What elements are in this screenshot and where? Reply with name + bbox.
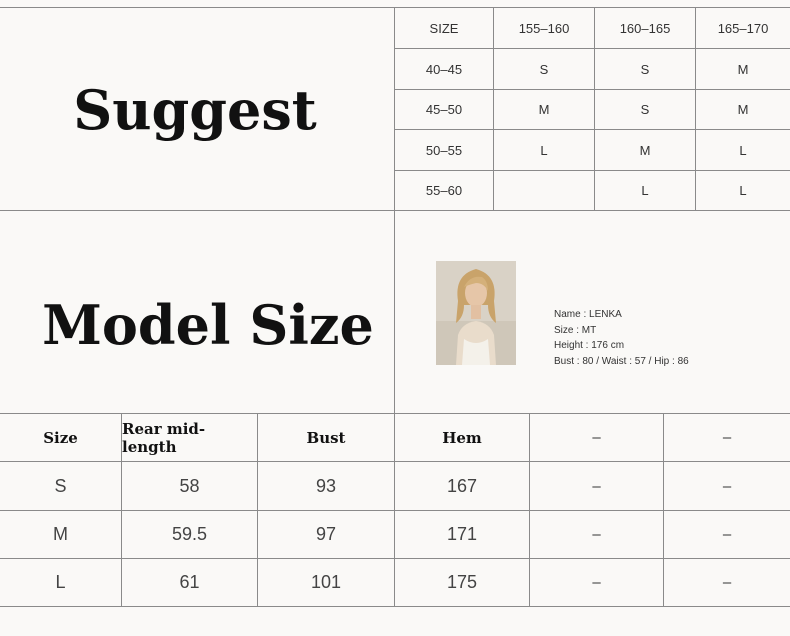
model-height: Height : 176 cm — [554, 340, 625, 351]
size-table-cell: 61 — [179, 572, 200, 592]
model-measurements: Bust : 80 / Waist : 57 / Hip : 86 — [554, 355, 689, 367]
size-table-cell: 93 — [315, 475, 337, 496]
size-table-cell: S — [54, 475, 67, 496]
model-info: Name : LENKA Size : MT Height : 176 cm B… — [554, 307, 689, 369]
size-table-cell: 167 — [446, 475, 478, 496]
suggest-cell: L — [540, 142, 548, 158]
size-table-cell: 101 — [310, 572, 342, 592]
divider — [0, 606, 790, 607]
suggest-cell: L — [641, 183, 649, 198]
size-table-cell: – — [592, 574, 601, 591]
suggest-cell: M — [737, 61, 749, 77]
model-name: Name : LENKA — [554, 309, 622, 320]
suggest-cell: S — [640, 102, 650, 117]
size-table-header: – — [722, 429, 732, 446]
suggest-cell: M — [639, 142, 651, 158]
suggest-cell: L — [739, 142, 747, 158]
size-table-cell: – — [722, 477, 732, 495]
suggest-header-height: 155–160 — [518, 20, 570, 36]
suggest-cell: S — [539, 61, 549, 77]
size-table-header: – — [592, 429, 601, 446]
divider — [0, 210, 790, 211]
size-table-cell: 97 — [315, 524, 337, 544]
suggest-weight: 55–60 — [425, 183, 463, 198]
size-table-cell: 58 — [179, 475, 200, 496]
size-table-header: Bust — [306, 428, 346, 447]
size-table-cell: – — [722, 574, 732, 591]
model-photo — [436, 261, 516, 365]
size-table-header: Rear mid-length — [122, 419, 206, 456]
suggest-cell: S — [640, 61, 650, 77]
size-table-cell: – — [592, 526, 601, 543]
suggest-cell — [494, 171, 594, 210]
suggest-weight: 50–55 — [425, 142, 463, 158]
size-table-cell: – — [592, 477, 601, 495]
suggest-cell: M — [538, 102, 550, 117]
suggest-header-size: SIZE — [429, 20, 459, 36]
suggest-cell: L — [739, 183, 747, 198]
suggest-title: Suggest — [73, 78, 317, 142]
suggest-weight: 45–50 — [425, 102, 463, 117]
model-size: Size : MT — [554, 324, 597, 336]
size-table-cell: 175 — [446, 572, 478, 592]
suggest-header-height: 165–170 — [717, 20, 769, 36]
suggest-weight: 40–45 — [425, 61, 463, 77]
size-table-cell: 59.5 — [171, 524, 208, 544]
size-table-header: Hem — [442, 428, 482, 447]
suggest-header-height: 160–165 — [619, 20, 671, 36]
model-size-title: Model Size — [42, 293, 374, 357]
size-table-cell: – — [722, 526, 732, 543]
size-table-cell: L — [55, 572, 66, 592]
size-table-header: Size — [43, 428, 78, 447]
size-table-cell: 171 — [446, 524, 478, 544]
model-photo-icon — [436, 261, 516, 365]
suggest-cell: M — [737, 102, 749, 117]
size-table-cell: M — [53, 524, 68, 544]
